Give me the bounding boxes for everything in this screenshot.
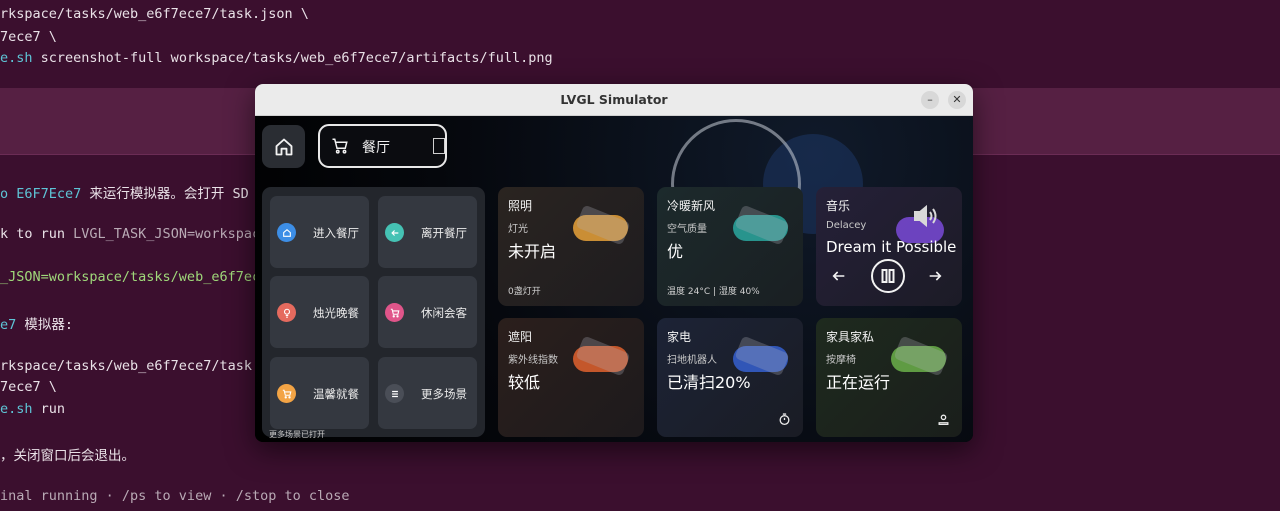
home-icon bbox=[275, 138, 292, 155]
terminal-line: _JSON=workspace/tasks/web_e6f7ece7 bbox=[0, 269, 277, 285]
terminal-line: rkspace/tasks/web_e6f7ece7/task.js bbox=[0, 358, 277, 374]
card-lighting[interactable]: 照明 灯光 未开启 0盏灯开 bbox=[498, 187, 644, 306]
scene-label: 离开餐厅 bbox=[421, 226, 467, 240]
card-title: 遮阳 bbox=[508, 330, 533, 344]
card-air[interactable]: 冷暖新风 空气质量 优 温度 24°C | 湿度 40% bbox=[657, 187, 803, 306]
card-subtitle: 空气质量 bbox=[667, 224, 707, 235]
pause-button[interactable] bbox=[871, 259, 905, 293]
card-furniture[interactable]: 家具家私 按摩椅 正在运行 bbox=[816, 318, 962, 437]
room-selector[interactable]: 餐厅 bbox=[318, 124, 447, 168]
user-icon[interactable] bbox=[937, 413, 950, 426]
close-button[interactable]: ✕ bbox=[948, 91, 966, 109]
card-title: 家具家私 bbox=[826, 330, 875, 344]
card-subtitle: 扫地机器人 bbox=[667, 355, 717, 366]
card-title: 冷暖新风 bbox=[667, 199, 716, 213]
card-value: 正在运行 bbox=[826, 373, 891, 392]
card-footer: 0盏灯开 bbox=[508, 287, 541, 297]
minimize-button[interactable]: – bbox=[921, 91, 939, 109]
scene-button[interactable]: 离开餐厅 bbox=[378, 196, 477, 268]
scene-button[interactable]: 烛光晚餐 bbox=[270, 276, 369, 348]
home-button[interactable] bbox=[262, 125, 305, 168]
card-value: 已清扫20% bbox=[667, 373, 751, 392]
volume-icon[interactable] bbox=[912, 203, 940, 229]
simulator-canvas: 餐厅 进入餐厅 离开餐厅 烛光晚餐 休闲会客 温馨就餐 更多场景 更多场景已打开… bbox=[255, 116, 973, 442]
scene-status-text: 更多场景已打开 bbox=[269, 430, 325, 439]
scene-button[interactable]: 温馨就餐 bbox=[270, 357, 369, 429]
room-label: 餐厅 bbox=[362, 140, 390, 156]
scene-button[interactable]: 更多场景 bbox=[378, 357, 477, 429]
bulb-icon bbox=[277, 303, 296, 322]
pause-icon bbox=[881, 269, 895, 283]
scene-label: 休闲会客 bbox=[421, 306, 467, 320]
window-title: LVGL Simulator bbox=[560, 92, 668, 107]
next-track-icon[interactable] bbox=[927, 268, 943, 284]
scene-label: 温馨就餐 bbox=[313, 387, 359, 401]
terminal-line: ，关闭窗口后会退出。 bbox=[0, 448, 135, 464]
scene-button[interactable]: 休闲会客 bbox=[378, 276, 477, 348]
card-subtitle: 按摩椅 bbox=[826, 355, 856, 366]
card-value: 未开启 bbox=[508, 242, 557, 261]
card-shade[interactable]: 遮阳 紫外线指数 较低 bbox=[498, 318, 644, 437]
scene-label: 烛光晚餐 bbox=[313, 306, 359, 320]
terminal-line: 7ece7 \ bbox=[0, 29, 57, 45]
terminal-line: o E6F7Ece7 来运行模拟器。会打开 SD bbox=[0, 186, 249, 202]
card-subtitle: Delacey bbox=[826, 220, 867, 231]
card-music[interactable]: 音乐 Delacey Dream it Possible bbox=[816, 187, 962, 306]
lvgl-simulator-window: LVGL Simulator – ✕ 餐厅 进入餐厅 离开餐厅 烛光晚餐 休闲会… bbox=[255, 84, 973, 442]
card-footer: 温度 24°C | 湿度 40% bbox=[667, 287, 760, 297]
previous-track-icon[interactable] bbox=[831, 268, 847, 284]
scene-panel: 进入餐厅 离开餐厅 烛光晚餐 休闲会客 温馨就餐 更多场景 更多场景已打开 bbox=[262, 187, 485, 439]
terminal-line: e.sh screenshot-full workspace/tasks/web… bbox=[0, 50, 553, 66]
list-icon bbox=[385, 384, 404, 403]
terminal-line: 7ece7 \ bbox=[0, 379, 57, 395]
terminal-line: e7 模拟器: bbox=[0, 317, 74, 333]
window-titlebar[interactable]: LVGL Simulator – ✕ bbox=[255, 84, 973, 116]
card-title: 音乐 bbox=[826, 199, 851, 213]
card-subtitle: 灯光 bbox=[508, 224, 528, 235]
song-title: Dream it Possible bbox=[826, 238, 957, 256]
missing-glyph-icon bbox=[433, 138, 445, 154]
terminal-line: inal running · /ps to view · /stop to cl… bbox=[0, 488, 350, 504]
arrow-left-icon bbox=[385, 223, 404, 242]
card-subtitle: 紫外线指数 bbox=[508, 355, 558, 366]
card-title: 照明 bbox=[508, 199, 533, 213]
terminal-line: e.sh run bbox=[0, 401, 66, 417]
card-appliance[interactable]: 家电 扫地机器人 已清扫20% bbox=[657, 318, 803, 437]
terminal-line: k to run LVGL_TASK_JSON=workspace/ bbox=[0, 226, 277, 242]
scene-label: 更多场景 bbox=[421, 387, 467, 401]
cart-icon bbox=[277, 384, 296, 403]
timer-icon[interactable] bbox=[778, 413, 791, 426]
scene-button[interactable]: 进入餐厅 bbox=[270, 196, 369, 268]
terminal-line: rkspace/tasks/web_e6f7ece7/task.json \ bbox=[0, 6, 309, 22]
cart-icon bbox=[332, 138, 348, 154]
scene-label: 进入餐厅 bbox=[313, 226, 359, 240]
home-icon bbox=[277, 223, 296, 242]
card-value: 优 bbox=[667, 242, 684, 261]
card-value: 较低 bbox=[508, 373, 541, 392]
cart-icon bbox=[385, 303, 404, 322]
card-title: 家电 bbox=[667, 330, 692, 344]
